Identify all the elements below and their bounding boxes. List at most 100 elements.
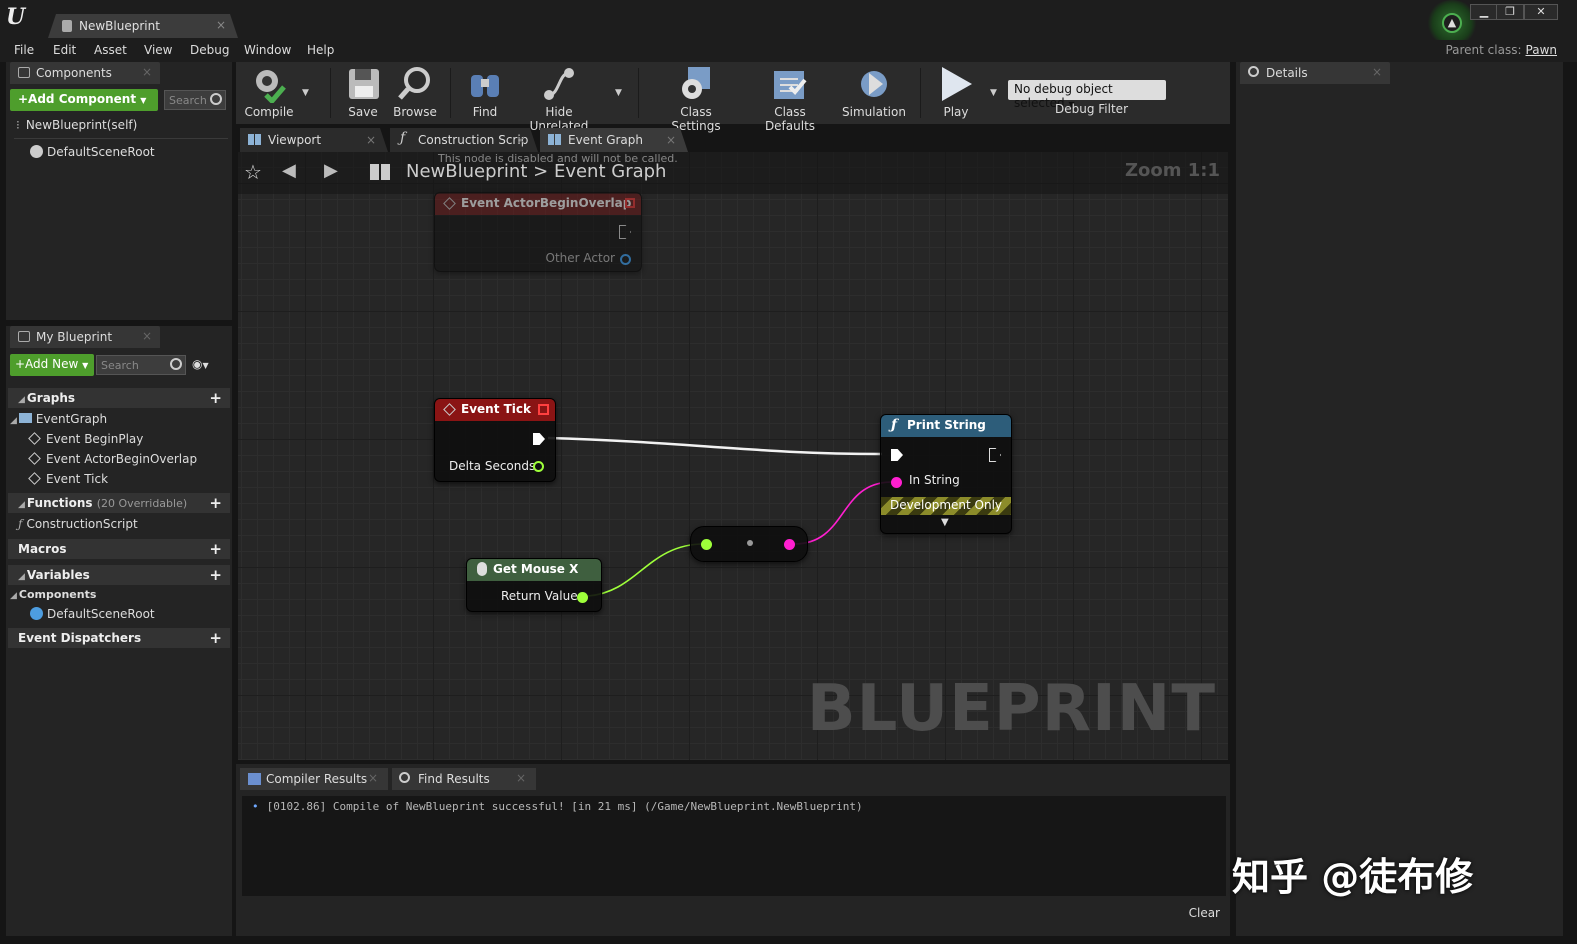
delegate-pin-icon[interactable] (625, 198, 635, 208)
details-tab-label: Details (1266, 66, 1308, 80)
browse-button[interactable]: Browse (390, 62, 440, 124)
tab-viewport[interactable]: Viewport × (240, 128, 388, 152)
graph-icon (548, 134, 561, 145)
play-button[interactable]: Play (930, 62, 982, 124)
menu-help[interactable]: Help (307, 43, 334, 57)
node-event-tick[interactable]: Event Tick Delta Seconds (434, 398, 556, 482)
compile-options-chevron-icon[interactable]: ▼ (302, 88, 309, 98)
float-output-pin[interactable] (577, 592, 588, 603)
menu-edit[interactable]: Edit (53, 43, 76, 57)
variables-category[interactable]: ◢ Variables + (8, 565, 230, 585)
default-scene-root-variable[interactable]: DefaultSceneRoot (30, 607, 155, 621)
play-options-chevron-icon[interactable]: ▼ (990, 88, 997, 98)
add-variable-icon[interactable]: + (209, 566, 222, 584)
float-input-pin[interactable] (701, 539, 712, 550)
forward-arrow-icon[interactable]: ▶ (324, 160, 338, 181)
simulation-button[interactable]: Simulation (840, 62, 908, 124)
close-tab-icon[interactable]: × (216, 18, 226, 32)
construction-script-item[interactable]: ƒ ConstructionScript (18, 517, 138, 531)
clear-button[interactable]: Clear (1189, 906, 1220, 920)
favorite-star-icon[interactable]: ☆ (244, 160, 262, 184)
close-window-button[interactable]: ✕ (1524, 4, 1558, 20)
close-panel-icon[interactable]: × (142, 65, 152, 79)
close-tab-icon[interactable]: × (516, 133, 526, 147)
event-begin-play-item[interactable]: Event BeginPlay (28, 432, 143, 446)
debug-object-select[interactable]: No debug object selected ▼ (1008, 80, 1166, 110)
exec-output-pin[interactable] (533, 433, 545, 445)
parent-class-link[interactable]: Pawn (1526, 43, 1557, 57)
delegate-pin-icon[interactable] (538, 404, 549, 415)
exec-input-pin[interactable] (891, 449, 903, 461)
restore-button[interactable]: ❐ (1496, 4, 1524, 20)
macros-category[interactable]: Macros + (8, 539, 230, 559)
add-graph-icon[interactable]: + (209, 389, 222, 407)
class-settings-button[interactable]: Class Settings (654, 62, 738, 133)
event-graph-label: EventGraph (35, 412, 108, 426)
tab-event-graph[interactable]: Event Graph × (540, 128, 688, 152)
breadcrumb-separator: > (533, 161, 549, 182)
search-placeholder: Search (169, 94, 207, 107)
add-dispatcher-icon[interactable]: + (209, 629, 222, 647)
find-button[interactable]: Find (460, 62, 510, 124)
my-blueprint-tab[interactable]: My Blueprint × (10, 326, 160, 348)
event-dispatchers-category[interactable]: Event Dispatchers + (8, 628, 230, 648)
compile-button[interactable]: Compile (240, 62, 298, 124)
menu-debug[interactable]: Debug (190, 43, 229, 57)
node-title: Get Mouse X (493, 562, 579, 576)
add-component-button[interactable]: +Add Component ▼ (10, 89, 158, 111)
tab-find-results[interactable]: Find Results × (392, 768, 536, 790)
document-tab[interactable]: NewBlueprint × (48, 14, 238, 38)
node-get-mouse-x[interactable]: Get Mouse X Return Value (466, 558, 602, 612)
minimize-button[interactable]: ▁ (1470, 4, 1498, 20)
my-blueprint-search-input[interactable]: Search (96, 355, 186, 375)
hide-unrelated-button[interactable]: Hide Unrelated (516, 62, 602, 133)
add-new-button[interactable]: +Add New ▼ (10, 354, 94, 376)
tab-construction-script[interactable]: ƒ Construction Scrip × (390, 128, 538, 152)
hide-unrelated-chevron-icon[interactable]: ▼ (615, 88, 622, 98)
menu-file[interactable]: File (14, 43, 34, 57)
back-arrow-icon[interactable]: ◀ (282, 160, 296, 181)
breadcrumb-root[interactable]: NewBlueprint (406, 161, 527, 182)
compiler-log: • [0102.86] Compile of NewBlueprint succe… (242, 796, 1226, 896)
menu-asset[interactable]: Asset (94, 43, 127, 57)
exec-output-pin[interactable] (989, 448, 1001, 462)
add-macro-icon[interactable]: + (209, 540, 222, 558)
functions-category[interactable]: ◢ Functions (20 Overridable) + (8, 493, 230, 513)
add-function-icon[interactable]: + (209, 494, 222, 512)
event-graph-item[interactable]: ◢ EventGraph (10, 412, 107, 426)
node-event-actor-begin-overlap[interactable]: Event ActorBeginOverlap Other Actor (434, 192, 642, 272)
tab-compiler-results[interactable]: Compiler Results × (240, 768, 388, 790)
details-icon (1248, 66, 1259, 77)
event-actor-begin-overlap-item[interactable]: Event ActorBeginOverlap (28, 452, 197, 466)
node-print-string[interactable]: ƒ Print String In String Development Only… (880, 414, 1012, 534)
event-tick-item[interactable]: Event Tick (28, 472, 108, 486)
close-panel-icon[interactable]: × (142, 329, 152, 343)
close-tab-icon[interactable]: × (516, 771, 526, 785)
expand-arrow-icon[interactable]: ▼ (941, 517, 949, 528)
class-defaults-button[interactable]: Class Defaults (748, 62, 832, 133)
component-default-scene-root[interactable]: DefaultSceneRoot (30, 145, 155, 159)
chevron-down-icon: ▼ (82, 361, 89, 370)
string-input-pin[interactable] (891, 477, 902, 488)
components-tab[interactable]: Components × (10, 62, 160, 84)
graphs-category[interactable]: ◢ Graphs + (8, 388, 230, 408)
details-tab[interactable]: Details × (1240, 62, 1390, 84)
menu-view[interactable]: View (144, 43, 172, 57)
component-self[interactable]: ⁝ NewBlueprint(self) (16, 118, 137, 132)
close-tab-icon[interactable]: × (368, 771, 378, 785)
node-float-to-string[interactable] (690, 526, 808, 562)
exec-output-pin[interactable] (619, 225, 631, 239)
close-tab-icon[interactable]: × (366, 133, 376, 147)
float-output-pin[interactable] (533, 461, 544, 472)
components-search-input[interactable]: Search (164, 90, 226, 110)
object-output-pin[interactable] (620, 254, 631, 265)
view-options-eye-icon[interactable]: ◉▼ (192, 357, 209, 371)
save-button[interactable]: Save (340, 62, 386, 124)
menu-window[interactable]: Window (244, 43, 291, 57)
event-graph-canvas[interactable]: Event ActorBeginOverlap Other Actor This… (238, 152, 1228, 760)
close-panel-icon[interactable]: × (1372, 65, 1382, 79)
string-output-pin[interactable] (784, 539, 795, 550)
components-subcategory[interactable]: ◢ Components (10, 588, 96, 601)
details-panel: Details × (1236, 62, 1563, 936)
close-tab-icon[interactable]: × (666, 133, 676, 147)
